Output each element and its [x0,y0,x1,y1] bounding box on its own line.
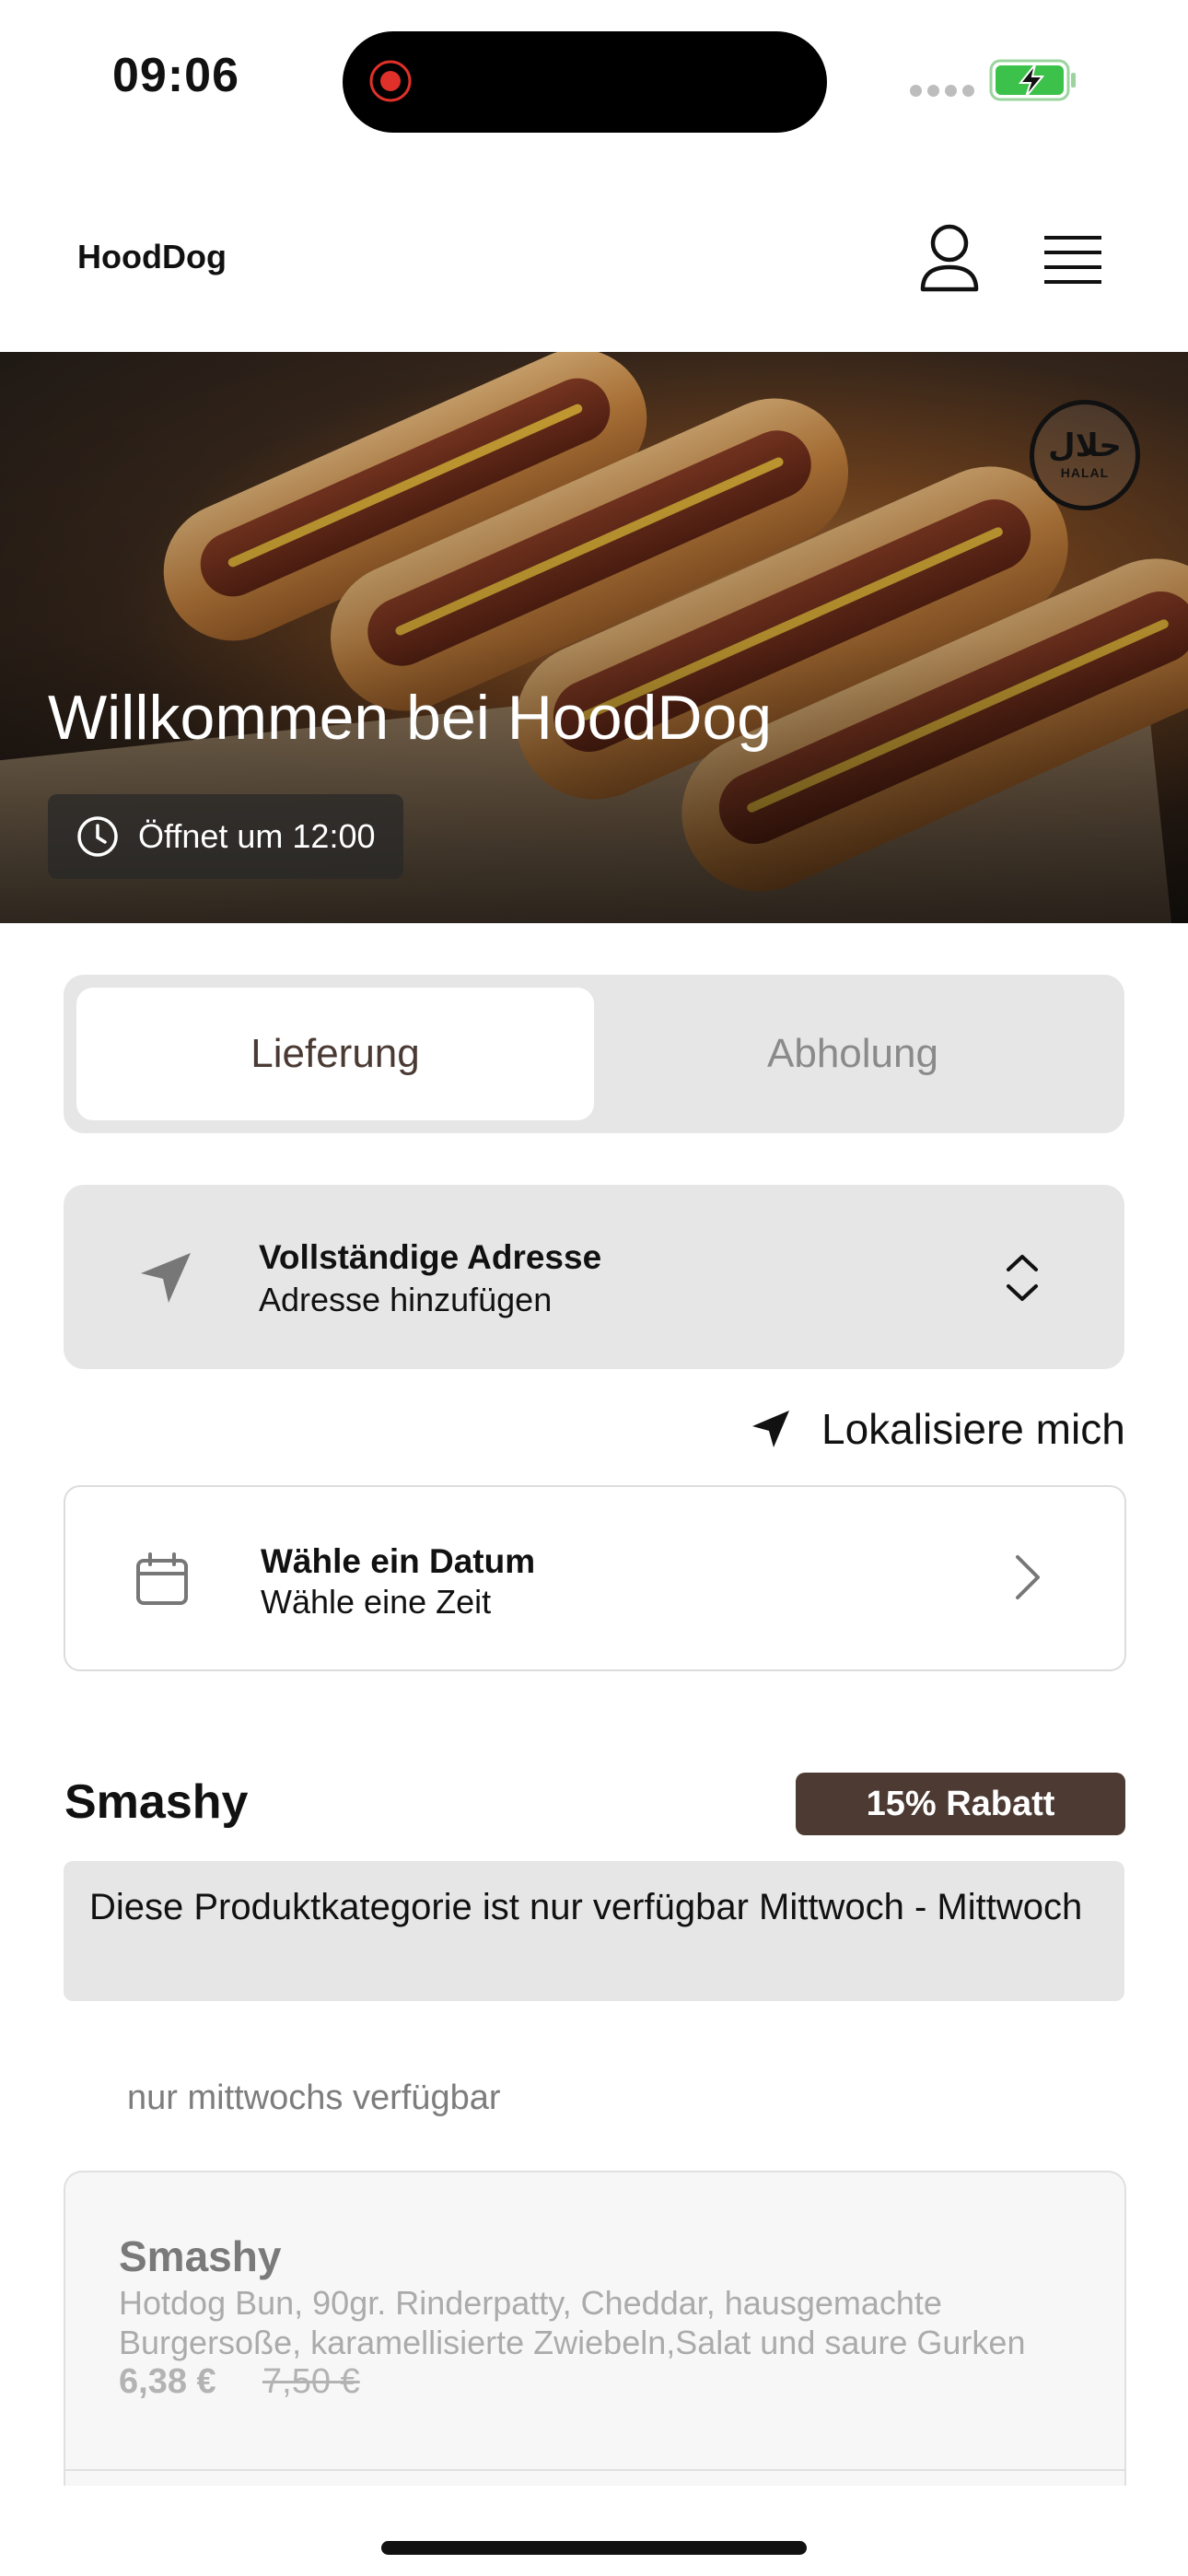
recording-icon [369,60,412,102]
brand-logo-text[interactable]: HoodDog [77,238,227,276]
locate-me-label: Lokalisiere mich [821,1405,1125,1453]
divider [65,2469,1124,2471]
tab-delivery[interactable]: Lieferung [76,988,594,1120]
product-name: Smashy [119,2232,282,2280]
user-icon[interactable] [917,221,982,295]
availability-notice: Diese Produktkategorie ist nur verfügbar… [64,1861,1124,2001]
hero-title: Willkommen bei HoodDog [48,683,773,753]
chevron-up-down-icon [1007,1255,1038,1301]
opening-hours-text: Öffnet um 12:00 [138,817,376,855]
address-selector[interactable]: Vollständige Adresse Adresse hinzufügen [64,1185,1124,1369]
product-price: 6,38 € [119,2362,216,2401]
product-card[interactable]: Smashy Hotdog Bun, 90gr. Rinderpatty, Ch… [64,2171,1126,2486]
tab-pickup[interactable]: Abholung [594,988,1112,1120]
halal-badge-label: HALAL [1060,465,1110,480]
product-old-price: 7,50 € [262,2362,360,2401]
address-title: Vollständige Adresse [259,1238,602,1276]
status-time: 09:06 [112,49,239,102]
calendar-icon [136,1552,188,1605]
discount-badge: 15% Rabatt [796,1773,1125,1835]
hamburger-menu-icon[interactable] [1041,232,1105,291]
clock-icon [77,816,118,857]
location-arrow-icon [752,1411,789,1447]
locate-me-button[interactable]: Lokalisiere mich [750,1404,1125,1454]
chevron-right-icon [1016,1555,1040,1599]
time-subtitle: Wähle eine Zeit [261,1583,492,1621]
date-time-selector[interactable]: Wähle ein Datum Wähle eine Zeit [64,1485,1126,1671]
date-title: Wähle ein Datum [261,1542,536,1580]
product-description: Hotdog Bun, 90gr. Rinderpatty, Cheddar, … [119,2284,1026,2361]
order-mode-segment: Lieferung Abholung [64,975,1124,1133]
signal-icon [910,85,974,97]
navigation-arrow-icon [141,1253,191,1303]
halal-badge: حلال HALAL [1030,400,1140,510]
category-title: Smashy [64,1775,249,1829]
address-subtitle: Adresse hinzufügen [259,1281,553,1318]
home-indicator[interactable] [381,2541,807,2555]
dynamic-island [343,31,827,133]
battery-charging-icon [989,59,1076,101]
availability-note: nur mittwochs verfügbar [127,2078,501,2117]
opening-hours-chip: Öffnet um 12:00 [48,794,403,879]
halal-badge-arabic: حلال [1048,428,1122,463]
